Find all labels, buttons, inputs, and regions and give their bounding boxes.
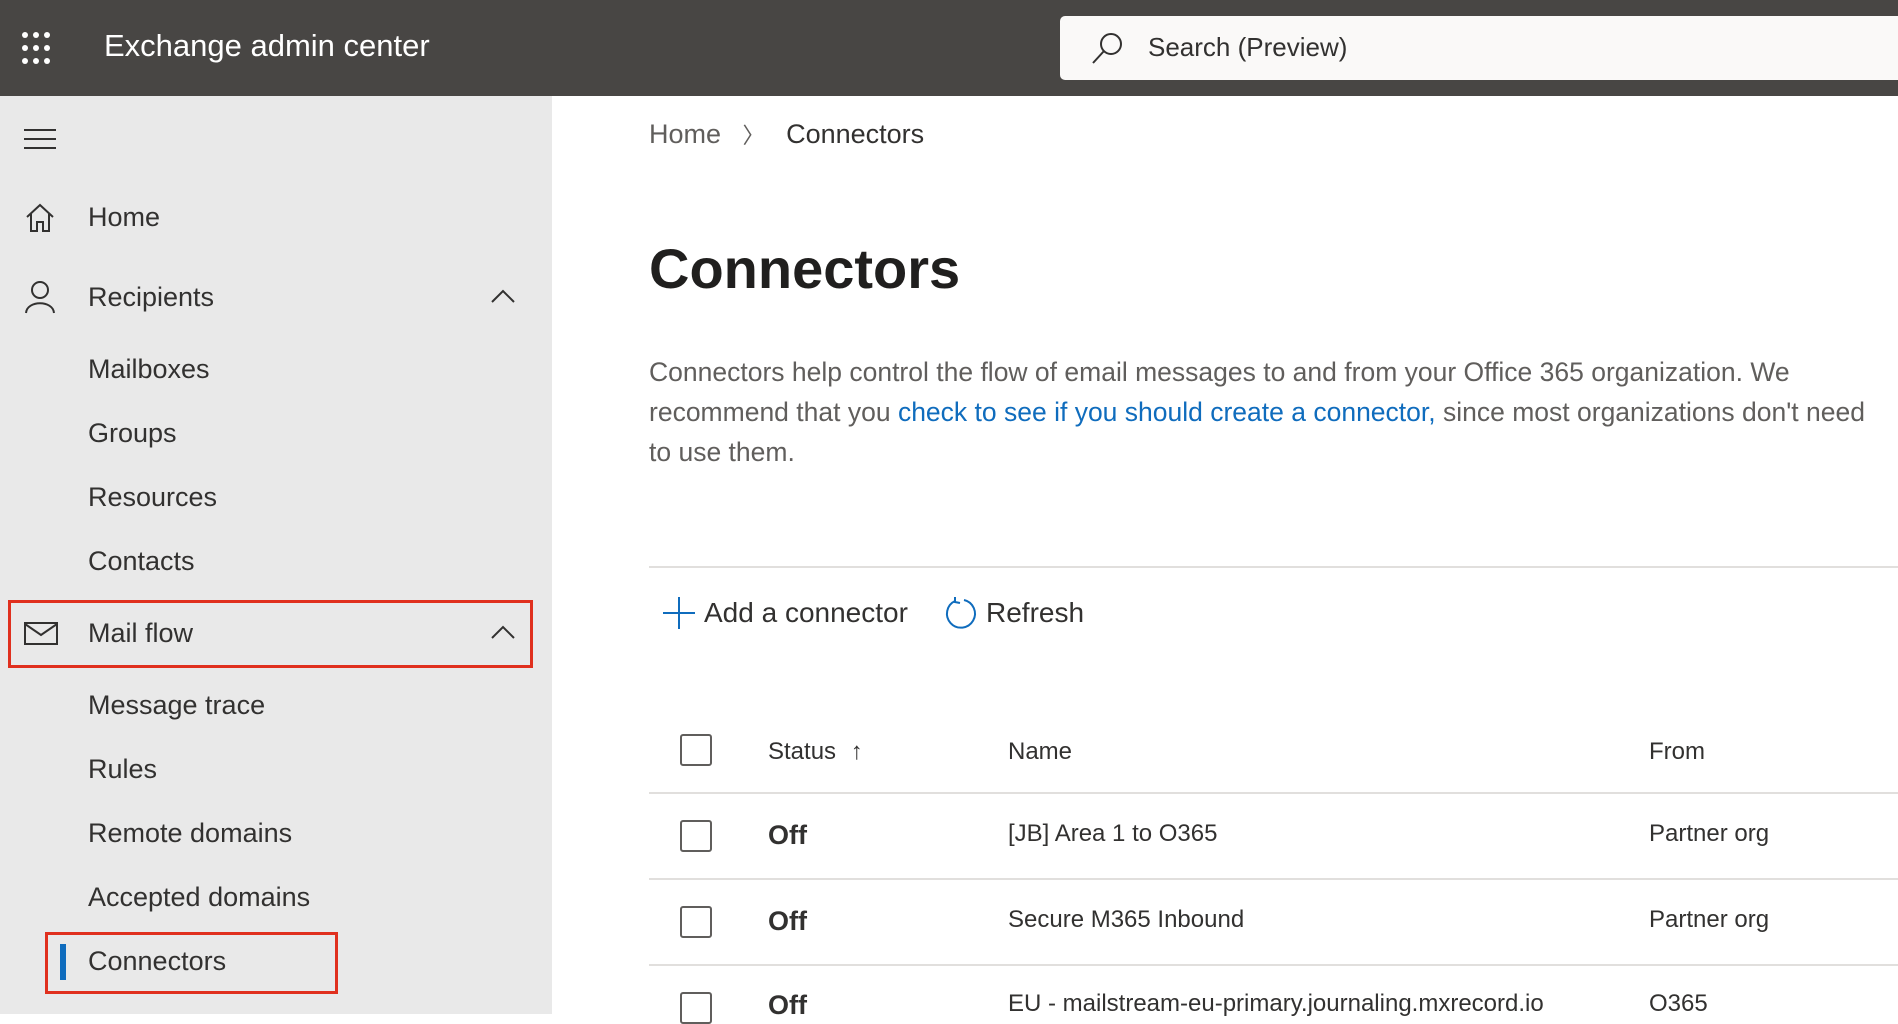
sidebar-item-rules[interactable]: Rules — [88, 754, 157, 785]
page-description: Connectors help control the flow of emai… — [649, 352, 1874, 472]
breadcrumb-current: Connectors — [786, 119, 925, 149]
app-title: Exchange admin center — [104, 28, 430, 63]
sidebar-item-remote-domains[interactable]: Remote domains — [88, 818, 292, 849]
mail-icon — [24, 622, 58, 645]
row-checkbox[interactable] — [680, 906, 712, 938]
name-cell[interactable]: Secure M365 Inbound — [1008, 906, 1244, 934]
create-connector-help-link[interactable]: check to see if you should create a conn… — [898, 397, 1436, 427]
column-header-status[interactable]: Status ↑ — [768, 738, 863, 766]
top-bar: Exchange admin center Search (Preview) — [0, 0, 1898, 96]
divider — [649, 792, 1898, 794]
search-placeholder: Search (Preview) — [1148, 32, 1348, 62]
refresh-icon — [945, 597, 976, 629]
sidebar-item-resources[interactable]: Resources — [88, 482, 217, 513]
highlight-box-mail-flow — [8, 600, 533, 668]
sort-ascending-icon: ↑ — [850, 738, 863, 765]
app-launcher-icon[interactable] — [22, 32, 56, 66]
sidebar-item-groups[interactable]: Groups — [88, 418, 177, 449]
name-cell[interactable]: [JB] Area 1 to O365 — [1008, 820, 1217, 848]
sidebar — [0, 96, 552, 1014]
column-header-from[interactable]: From — [1649, 738, 1705, 766]
status-cell: Off — [768, 990, 807, 1020]
search-input[interactable]: Search (Preview) — [1060, 16, 1898, 80]
page-title: Connectors — [649, 237, 961, 300]
sidebar-item-connectors[interactable]: Connectors — [88, 946, 226, 977]
sidebar-item-recipients[interactable]: Recipients — [88, 282, 214, 313]
sidebar-item-mailboxes[interactable]: Mailboxes — [88, 354, 210, 385]
sidebar-item-message-trace[interactable]: Message trace — [88, 690, 265, 721]
sidebar-item-home[interactable]: Home — [88, 202, 160, 233]
status-cell: Off — [768, 820, 807, 850]
row-checkbox[interactable] — [680, 820, 712, 852]
home-icon — [26, 203, 54, 232]
column-header-name[interactable]: Name — [1008, 738, 1072, 766]
status-cell: Off — [768, 906, 807, 936]
plus-icon — [663, 597, 695, 629]
sidebar-item-accepted-domains[interactable]: Accepted domains — [88, 882, 310, 913]
divider — [649, 964, 1898, 966]
person-icon — [25, 281, 55, 314]
chevron-up-icon[interactable] — [490, 288, 516, 304]
sidebar-item-contacts[interactable]: Contacts — [88, 546, 195, 577]
breadcrumb: Home 〉 Connectors — [649, 118, 924, 150]
row-checkbox[interactable] — [680, 992, 712, 1024]
refresh-button[interactable]: Refresh — [944, 596, 1084, 630]
select-all-checkbox[interactable] — [680, 734, 712, 766]
hamburger-menu-icon[interactable] — [24, 128, 58, 150]
from-cell: Partner org — [1649, 906, 1770, 933]
add-connector-label: Add a connector — [704, 597, 908, 628]
chevron-right-icon: 〉 — [742, 123, 765, 148]
divider — [649, 566, 1898, 568]
refresh-label: Refresh — [986, 597, 1085, 628]
divider — [649, 878, 1898, 880]
add-connector-button[interactable]: Add a connector — [662, 596, 908, 630]
search-icon — [1092, 33, 1122, 64]
from-cell: Partner org — [1649, 820, 1770, 847]
chevron-up-icon[interactable] — [490, 624, 516, 640]
breadcrumb-home[interactable]: Home — [649, 119, 721, 149]
sidebar-item-mail-flow[interactable]: Mail flow — [88, 618, 193, 649]
active-indicator — [60, 944, 66, 980]
